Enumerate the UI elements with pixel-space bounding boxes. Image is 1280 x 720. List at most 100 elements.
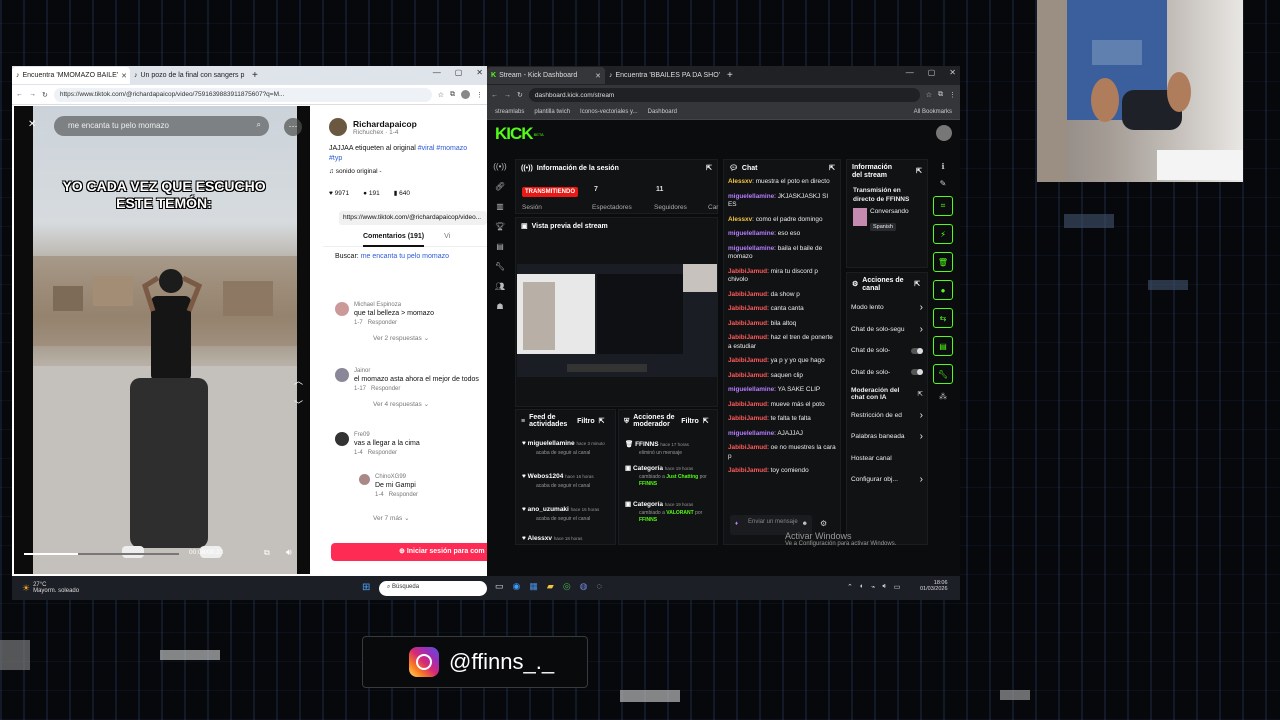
author-name[interactable]: Richardapaicop (353, 119, 417, 129)
tiktok-search-input[interactable]: me encanta tu pelo momazo ⌕ (54, 116, 269, 136)
chat-username[interactable]: miguelellamine (728, 193, 774, 200)
tab-videos[interactable]: Vi (444, 233, 450, 246)
back-icon[interactable]: ← (491, 92, 498, 99)
chat-username[interactable]: JabibiJamud (728, 268, 767, 275)
chat-username[interactable]: Alessxv (728, 216, 752, 223)
volume-icon[interactable]: 🔉︎ (882, 583, 886, 591)
chat-username[interactable]: miguelellamine (728, 245, 774, 252)
channel-action-item[interactable]: Palabras baneada › (847, 426, 927, 448)
network-icon[interactable]: ⌁ (871, 583, 875, 591)
tab-tiktok-search[interactable]: ♪Encuentra 'BBAILES PA DA SHO'✕ (605, 67, 723, 84)
chevron-up-icon[interactable]: ︿ (294, 374, 303, 387)
save-button[interactable]: ▮ 640 (394, 189, 410, 197)
avatar[interactable] (936, 125, 952, 141)
popout-icon[interactable]: ⇱ (916, 168, 922, 176)
taskbar-search[interactable]: ⌕ Búsqueda (379, 581, 487, 596)
profile-icon[interactable] (461, 90, 470, 99)
chat-username[interactable]: JabibiJamud (728, 372, 767, 379)
hashtag[interactable]: #momazo (436, 145, 467, 152)
hashtag[interactable]: #viral (418, 145, 435, 152)
url-field[interactable]: https://www.tiktok.com/@richardapaicop/v… (53, 87, 432, 102)
chat-username[interactable]: JabibiJamud (728, 467, 767, 474)
channel-action-item[interactable]: Moderación del chat con IA ⇱ (847, 383, 927, 405)
forward-icon[interactable]: → (29, 91, 36, 98)
avatar[interactable] (359, 474, 370, 485)
chat-username[interactable]: JabibiJamud (728, 320, 767, 327)
task-view-icon[interactable]: ▭ (495, 581, 504, 592)
channel-action-item[interactable]: Chat de solo- (847, 362, 927, 384)
info-icon[interactable]: ℹ (941, 162, 944, 171)
popout-icon[interactable]: ⇱ (914, 281, 920, 289)
chevron-up-icon[interactable]: ⌃ (847, 583, 853, 591)
maximize-icon[interactable]: ▢ (928, 68, 936, 77)
channel-action-item[interactable]: Configurar obj... › (847, 469, 927, 491)
broadcast-icon[interactable]: ((•)) (493, 162, 506, 171)
star-icon[interactable]: ☆ (438, 91, 444, 99)
battery-icon[interactable]: ▭ (894, 583, 901, 591)
close-tab-icon[interactable]: ✕ (121, 72, 127, 80)
chat-username[interactable]: JabibiJamud (728, 401, 767, 408)
forward-icon[interactable]: → (504, 92, 511, 99)
new-tab-icon[interactable]: + (727, 70, 733, 81)
robot-icon[interactable]: ☗ (496, 302, 503, 311)
tab-comments[interactable]: Comentarios (191) (363, 233, 425, 247)
trophy-icon[interactable]: 🏆︎ (495, 222, 505, 231)
search-term-link[interactable]: me encanta tu pelo momazo (361, 253, 449, 260)
channel-action-item[interactable]: Hostear canal (847, 448, 927, 470)
reply-button[interactable]: Responder (389, 492, 418, 498)
tab-tiktok-1[interactable]: ♪ Encuentra 'MMOMAZO BAILE' ✕ (12, 67, 130, 84)
tab-tiktok-2[interactable]: ♪Un pozo de la final con sangers p✕ (130, 67, 248, 84)
star-icon[interactable]: ☆ (926, 91, 932, 99)
extensions-icon[interactable]: ⧉ (450, 91, 455, 99)
edge-icon[interactable]: ◉ (513, 581, 521, 592)
channel-action-item[interactable]: Restricción de ed › (847, 405, 927, 427)
search-icon[interactable]: ⌕ (257, 120, 261, 130)
volume-icon[interactable]: 🔊︎ (286, 547, 292, 558)
more-options-icon[interactable]: ⋯ (284, 118, 302, 136)
bookmark-plantilla[interactable]: plantilla twich (534, 109, 570, 115)
close-icon[interactable]: ✕ (949, 68, 956, 77)
emoji-icon[interactable]: ☻ (802, 520, 808, 528)
store-icon[interactable]: ▦ (529, 581, 538, 592)
kick-logo[interactable]: KICK (495, 124, 534, 144)
tab-kick-dashboard[interactable]: K Stream - Kick Dashboard ✕ (487, 67, 605, 84)
extensions-icon[interactable]: ⧉ (938, 91, 943, 99)
apps-icon[interactable]: ⁂ (939, 392, 947, 401)
chat-username[interactable]: miguelellamine (728, 386, 774, 393)
url-field[interactable]: dashboard.kick.com/stream (528, 88, 920, 102)
wrench-icon[interactable]: 🔧︎ (933, 364, 953, 384)
view-replies-button[interactable]: Ver 2 respuestas ⌄ (373, 334, 485, 342)
pencil-icon[interactable]: ✎ (940, 179, 947, 188)
back-icon[interactable]: ← (16, 91, 23, 98)
chart-icon[interactable]: ▥ (496, 202, 504, 211)
minimize-icon[interactable]: — (906, 68, 914, 77)
reply-button[interactable]: Responder (371, 386, 400, 392)
channel-action-item[interactable]: Chat de solo-segu › (847, 319, 927, 341)
chat-username[interactable]: JabibiJamud (728, 334, 767, 341)
chat-username[interactable]: JabibiJamud (728, 291, 767, 298)
popout-icon[interactable]: ⇱ (706, 164, 712, 172)
chat-username[interactable]: Alessxv (728, 178, 752, 185)
like-button[interactable]: ♥ 9971 (329, 190, 349, 197)
chat-username[interactable]: JabibiJamud (728, 444, 767, 451)
toggle-switch[interactable] (911, 369, 923, 376)
menu-icon[interactable]: ⋮ (949, 91, 956, 99)
wrench-icon[interactable]: 🔧︎ (495, 262, 505, 271)
bookmark-streamlabs[interactable]: streamlabs (495, 109, 524, 115)
tiktok-video-player[interactable]: me encanta tu pelo momazo ⌕ ✕ ⋯ YO CADA V… (14, 106, 310, 574)
maximize-icon[interactable]: ▢ (455, 68, 463, 77)
avatar[interactable] (335, 368, 349, 382)
progress-track[interactable] (24, 553, 179, 555)
trash-icon[interactable]: 🗑︎ (933, 252, 953, 272)
reload-icon[interactable]: ↻ (42, 91, 48, 99)
gear-icon[interactable]: ⚙ (820, 519, 827, 528)
sound-link[interactable]: ♫ sonido original - (323, 164, 487, 179)
avatar[interactable] (335, 302, 349, 316)
close-icon[interactable]: ✕ (476, 68, 483, 77)
weather-widget[interactable]: ☀ 27°C Mayorm. soleado (22, 582, 79, 594)
login-button[interactable]: ⊕ Iniciar sesión para com (331, 543, 487, 561)
layout-icon[interactable]: ▤ (933, 336, 953, 356)
avatar[interactable] (335, 432, 349, 446)
view-more-button[interactable]: Ver 7 más ⌄ (373, 514, 410, 522)
app-tray-icon[interactable]: ◐ (860, 583, 864, 591)
